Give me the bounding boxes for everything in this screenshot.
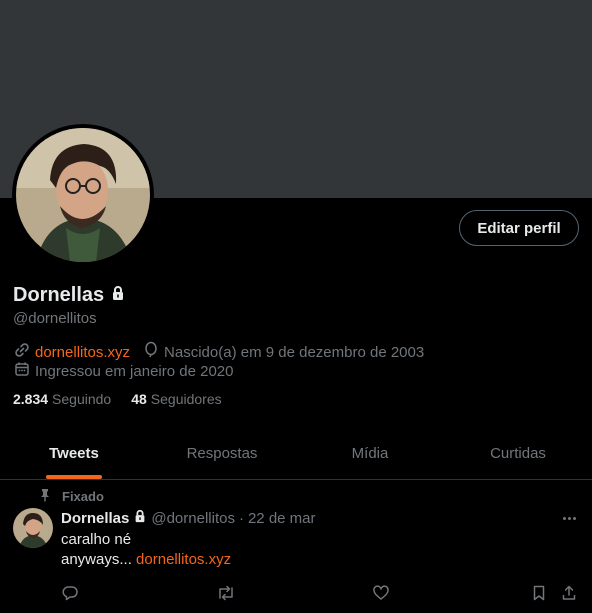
tweet-link[interactable]: dornellitos.xyz — [136, 551, 231, 568]
heart-icon[interactable] — [370, 582, 392, 604]
tab-media[interactable]: Mídia — [296, 428, 444, 479]
tweet-line: caralho né — [61, 531, 132, 548]
lock-icon — [110, 285, 126, 306]
reply-icon[interactable] — [59, 582, 81, 604]
following-label: Seguindo — [52, 391, 112, 407]
bookmark-icon[interactable] — [528, 582, 550, 604]
profile-handle: @dornellitos — [13, 310, 97, 327]
tweet-text: caralho né anyways... dornellitos.xyz — [61, 530, 231, 570]
more-icon[interactable] — [558, 508, 580, 528]
birthday-text: Nascido(a) em 9 de dezembro de 2003 — [164, 343, 425, 361]
tab-label: Tweets — [49, 445, 99, 462]
tweet-actions — [0, 582, 592, 604]
pin-icon — [38, 488, 52, 505]
tweet-separator: · — [238, 509, 244, 527]
tweet-header: Dornellas @dornellitos · 22 de mar — [61, 509, 316, 527]
followers-count: 48 — [131, 391, 147, 407]
profile-name-row: Dornellas — [13, 284, 126, 307]
tab-replies[interactable]: Respostas — [148, 428, 296, 479]
website-link[interactable]: dornellitos.xyz — [35, 344, 130, 361]
joined-item: Ingressou em janeiro de 2020 — [13, 360, 233, 382]
tab-label: Curtidas — [490, 445, 546, 462]
profile-meta-row-joined: Ingressou em janeiro de 2020 — [13, 360, 245, 382]
tab-label: Respostas — [186, 445, 258, 462]
tab-likes[interactable]: Curtidas — [444, 428, 592, 479]
tweet-line: anyways... dornellitos.xyz — [61, 550, 231, 570]
tab-tweets[interactable]: Tweets — [0, 428, 148, 479]
followers-link[interactable]: 48 Seguidores — [131, 391, 221, 407]
tweet-avatar[interactable] — [13, 508, 53, 548]
calendar-icon — [13, 360, 31, 382]
tweet-date[interactable]: 22 de mar — [248, 510, 316, 527]
lock-icon — [133, 509, 147, 527]
profile-display-name: Dornellas — [13, 284, 105, 306]
followers-label: Seguidores — [150, 391, 222, 407]
follow-stats: 2.834 Seguindo 48 Seguidores — [13, 391, 242, 407]
pinned-label: Fixado — [62, 489, 104, 504]
active-tab-indicator — [46, 475, 102, 479]
profile-avatar[interactable] — [12, 124, 154, 266]
tweet-author-name[interactable]: Dornellas — [61, 510, 129, 527]
share-icon[interactable] — [558, 582, 580, 604]
tweet-line-text: anyways... — [61, 551, 132, 568]
retweet-icon[interactable] — [215, 582, 237, 604]
profile-tabs: Tweets Respostas Mídia Curtidas — [0, 428, 592, 480]
joined-text: Ingressou em janeiro de 2020 — [35, 362, 234, 380]
tweet-author-handle[interactable]: @dornellitos — [151, 510, 235, 527]
pinned-indicator: Fixado — [38, 488, 104, 505]
tab-label: Mídia — [351, 445, 389, 462]
following-count: 2.834 — [13, 391, 49, 407]
edit-profile-button[interactable]: Editar perfil — [459, 210, 579, 246]
following-link[interactable]: 2.834 Seguindo — [13, 391, 111, 407]
